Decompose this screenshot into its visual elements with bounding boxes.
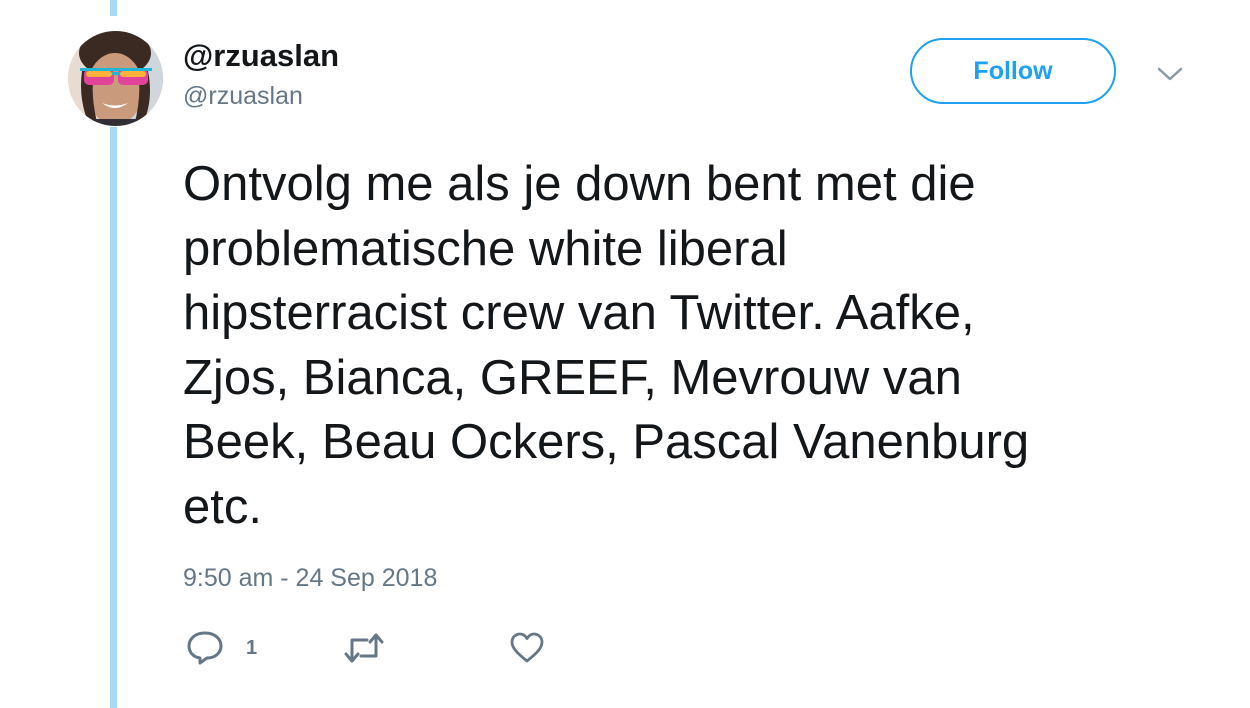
- tweet-card: @rzuaslan @rzuaslan Follow Ontvolg me al…: [0, 0, 1250, 708]
- tweet-timestamp[interactable]: 9:50 am - 24 Sep 2018: [183, 562, 437, 594]
- retweet-icon: [344, 630, 384, 666]
- chevron-down-icon[interactable]: [1156, 64, 1184, 84]
- heart-icon: [510, 632, 544, 664]
- tweet-text: Ontvolg me als je down bent met die prob…: [183, 157, 1030, 534]
- thread-line: [110, 127, 117, 708]
- retweet-button[interactable]: [344, 628, 384, 668]
- display-name[interactable]: @rzuaslan: [183, 36, 339, 76]
- user-handle[interactable]: @rzuaslan: [183, 80, 303, 112]
- reply-count: 1: [246, 636, 258, 659]
- follow-button[interactable]: Follow: [910, 38, 1116, 104]
- avatar-image: [68, 31, 163, 126]
- like-button[interactable]: [510, 628, 544, 668]
- avatar[interactable]: [68, 31, 163, 126]
- reply-button[interactable]: 1: [186, 628, 257, 668]
- thread-line-top: [110, 0, 117, 16]
- reply-icon: [186, 630, 224, 666]
